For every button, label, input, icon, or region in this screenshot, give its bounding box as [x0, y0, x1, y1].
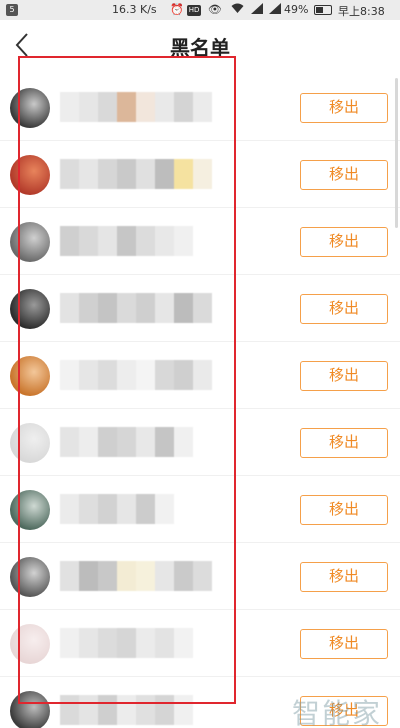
remove-button[interactable]: 移出	[300, 428, 388, 458]
wifi-icon	[231, 3, 244, 13]
eye-icon: 👁	[207, 3, 225, 16]
battery-percent: 49%	[284, 3, 309, 16]
list-item: 移出	[0, 141, 400, 208]
page-title: 黑名单	[170, 36, 230, 60]
avatar	[10, 423, 50, 463]
list-item: 移出	[0, 74, 400, 141]
avatar	[10, 624, 50, 664]
blurred-username	[60, 226, 212, 256]
remove-button[interactable]: 移出	[300, 294, 388, 324]
remove-button[interactable]: 移出	[300, 361, 388, 391]
list-item: 移出	[0, 409, 400, 476]
network-speed: 16.3 K/s	[112, 3, 157, 16]
list-item: 移出	[0, 610, 400, 677]
signal-icon	[269, 3, 282, 14]
avatar	[10, 222, 50, 262]
blacklist: 移出 移出 移出 移出 移出 移出 移出 移出 移出 移出	[0, 74, 400, 728]
blurred-username	[60, 695, 212, 725]
remove-button[interactable]: 移出	[300, 629, 388, 659]
hd-icon: HD	[186, 5, 202, 16]
status-icons: ⏰ HD 👁	[170, 3, 282, 16]
blurred-username	[60, 92, 212, 122]
signal-icon	[250, 3, 263, 14]
blurred-username	[60, 159, 212, 189]
avatar	[10, 691, 50, 728]
watermark: 智能家	[292, 697, 383, 728]
notification-badge: 5	[6, 4, 18, 16]
scrollbar[interactable]	[395, 78, 398, 228]
battery-icon	[314, 5, 332, 15]
blurred-username	[60, 561, 212, 591]
status-bar: 5 16.3 K/s ⏰ HD 👁 49% 早上8:38	[0, 0, 400, 20]
avatar	[10, 490, 50, 530]
list-item: 移出	[0, 476, 400, 543]
avatar	[10, 88, 50, 128]
remove-button[interactable]: 移出	[300, 227, 388, 257]
list-item: 移出	[0, 208, 400, 275]
alarm-icon: ⏰	[170, 3, 187, 16]
list-item: 移出	[0, 342, 400, 409]
avatar	[10, 557, 50, 597]
blurred-username	[60, 494, 212, 524]
remove-button[interactable]: 移出	[300, 495, 388, 525]
clock: 早上8:38	[338, 5, 385, 18]
avatar	[10, 155, 50, 195]
nav-bar: 黑名单	[0, 20, 400, 70]
avatar	[10, 356, 50, 396]
list-item: 移出	[0, 275, 400, 342]
avatar	[10, 289, 50, 329]
remove-button[interactable]: 移出	[300, 160, 388, 190]
blurred-username	[60, 293, 212, 323]
remove-button[interactable]: 移出	[300, 93, 388, 123]
blurred-username	[60, 360, 212, 390]
list-item: 移出	[0, 543, 400, 610]
blurred-username	[60, 427, 212, 457]
blurred-username	[60, 628, 212, 658]
remove-button[interactable]: 移出	[300, 562, 388, 592]
